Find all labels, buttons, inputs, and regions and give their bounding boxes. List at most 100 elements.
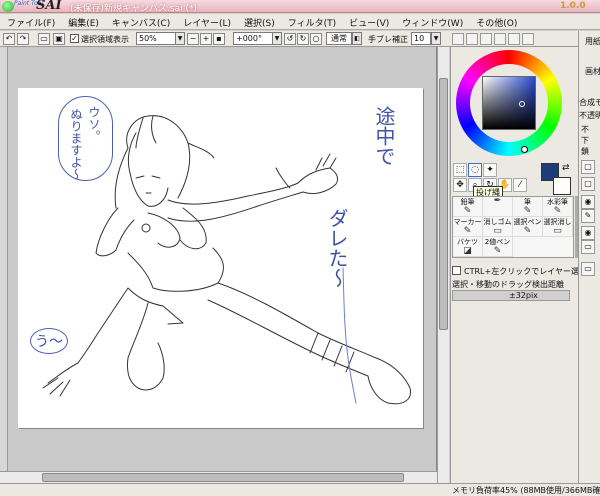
lasso-tool-icon[interactable]: ◌ [468, 163, 482, 177]
vertical-scroll-thumb[interactable] [439, 78, 448, 330]
eyedropper-icon[interactable]: ⁄ [513, 178, 527, 192]
brush-airbrush[interactable]: ✒ [483, 197, 513, 217]
palette-tab-icon[interactable] [522, 33, 534, 45]
selection-source-option[interactable]: 鎖 [581, 146, 589, 157]
select-rect-icon[interactable]: ⬚ [453, 163, 467, 177]
layer-visibility-icon[interactable]: ◉ [581, 195, 595, 209]
paper-texture-label: 用紙 [585, 37, 600, 46]
rotate-right-icon[interactable]: ↻ [297, 33, 309, 45]
layer-pen-icon[interactable]: ✎ [581, 209, 595, 223]
undo-icon[interactable]: ↶ [3, 33, 15, 45]
document-title: (未保存)新規キャンバス.sai (*) [70, 4, 197, 14]
zoom-dropdown-icon[interactable]: ▼ [175, 32, 185, 45]
annotation-text-3: 途中で [372, 106, 396, 166]
move-icon[interactable]: ✥ [453, 178, 467, 192]
rgb-slider-tab-icon[interactable] [466, 33, 478, 45]
hsv-slider-tab-icon[interactable] [480, 33, 492, 45]
drag-distance-label: 選択・移動のドラッグ検出距離 [452, 280, 564, 289]
marker-icon: ✎ [463, 226, 472, 236]
menu-layer[interactable]: レイヤー(L) [176, 14, 237, 29]
swap-colors-icon[interactable]: ⇄ [562, 163, 570, 173]
eraser-icon: ▭ [493, 226, 502, 236]
layer-item[interactable]: ▭ [581, 240, 595, 254]
menu-file[interactable]: ファイル(F) [0, 14, 61, 29]
binary-pen-icon: ✎ [493, 246, 502, 256]
layer-item-2[interactable]: ▭ [581, 262, 595, 276]
brush-brush[interactable]: 筆 ✎ [513, 197, 543, 217]
status-bar: メモリ負荷率45% (88MB使用/366MB確保) [0, 483, 600, 496]
new-layer-icon[interactable]: ▢ [581, 160, 595, 174]
stabilizer-label: 手ブレ補正 [368, 35, 408, 44]
zoom-reset-icon[interactable]: ▪ [213, 33, 225, 45]
watercolor-icon: ✎ [553, 206, 562, 216]
select-pen-icon: ✎ [523, 226, 532, 236]
menu-other[interactable]: その他(O) [469, 14, 523, 29]
app-name: SAI [36, 0, 62, 13]
deselect-icon[interactable]: ▭ [38, 33, 50, 45]
brush-binary-pen[interactable]: 2値ペン ✎ [483, 237, 513, 257]
background-color-swatch[interactable] [553, 177, 571, 195]
sv-picker-marker[interactable] [519, 101, 525, 107]
bucket-icon: ◪ [463, 246, 472, 256]
brush-pencil[interactable]: 鉛筆 ✎ [453, 197, 483, 217]
color-wheel-tab-icon[interactable] [452, 33, 464, 45]
stabilizer-dropdown-icon[interactable]: ▼ [431, 32, 441, 45]
brush-watercolor[interactable]: 水彩筆 ✎ [543, 197, 573, 217]
memory-status: メモリ負荷率45% (88MB使用/366MB確保) [452, 486, 600, 495]
layer-panel: 用紙 画材 合成モ 不透明 不 下 鎖 ▢ ▢ ◉ ✎ ◉ ▭ ▭ [578, 31, 600, 483]
menu-filter[interactable]: フィルタ(T) [281, 14, 342, 29]
saturation-value-square[interactable] [482, 76, 536, 130]
zoom-input[interactable]: 50% [136, 32, 176, 45]
menu-window[interactable]: ウィンドウ(W) [395, 14, 469, 29]
menu-select[interactable]: 選択(S) [237, 14, 281, 29]
annotation-text-2: ぬりますよ〜 [69, 108, 83, 180]
layer-visibility-icon-2[interactable]: ◉ [581, 226, 595, 240]
flip-icon[interactable]: ◧ [352, 32, 362, 45]
navigator-strip [0, 47, 8, 483]
pencil-icon: ✎ [463, 206, 472, 216]
brush-grid: 鉛筆 ✎ ✒ 筆 ✎ 水彩筆 ✎ マーカー ✎ 消しゴム ▭ 選択ペン ✎ 選択消し ▭ バケ… [452, 196, 574, 258]
version-label: 1.0.0 [560, 1, 586, 11]
new-folder-icon[interactable]: ▢ [581, 177, 595, 191]
invert-selection-icon[interactable]: ▣ [53, 33, 65, 45]
hue-picker-marker[interactable] [521, 146, 528, 153]
stabilizer-input[interactable]: 10 [411, 32, 431, 45]
rotate-reset-icon[interactable]: ○ [310, 33, 322, 45]
brush-select-pen[interactable]: 選択ペン ✎ [513, 217, 543, 237]
show-selection-checkbox[interactable]: ✓ [70, 34, 79, 43]
title-bar: Paint Tool SAI (未保存)新規キャンバス.sai (*) 1.0.… [0, 0, 600, 14]
annotation-text-5: う〜 [30, 328, 68, 354]
scratchpad-tab-icon[interactable] [508, 33, 520, 45]
blend-mode-button[interactable]: 通常 [326, 32, 352, 45]
brush-select-erase[interactable]: 選択消し ▭ [543, 217, 573, 237]
magic-wand-icon[interactable]: ✦ [483, 163, 497, 177]
rotation-input[interactable]: +000° [233, 32, 273, 45]
zoom-in-icon[interactable]: + [200, 33, 212, 45]
canvas-paper[interactable]: ウソ。 ぬりますよ〜 途中で ダレた〜 う〜 [18, 88, 423, 428]
opacity-label: 不透明 [579, 111, 600, 120]
brush-marker[interactable]: マーカー ✎ [453, 217, 483, 237]
menu-edit[interactable]: 編集(E) [61, 14, 105, 29]
rotation-dropdown-icon[interactable]: ▼ [272, 32, 282, 45]
brush-bucket[interactable]: バケツ ◪ [453, 237, 483, 257]
media-texture-label: 画材 [585, 67, 600, 76]
drag-distance-slider[interactable]: ±32pix [452, 290, 570, 301]
ctrl-select-label: CTRL+左クリックでレイヤー選択 [464, 267, 587, 276]
brush-eraser[interactable]: 消しゴム ▭ [483, 217, 513, 237]
preserve-opacity-option[interactable]: 不 [581, 124, 589, 135]
horizontal-scroll-thumb[interactable] [42, 473, 404, 482]
menu-view[interactable]: ビュー(V) [342, 14, 395, 29]
brush-icon: ✎ [523, 206, 532, 216]
annotation-text-4: ダレた〜 [325, 208, 349, 288]
annotation-text-1: ウソ。 [87, 106, 101, 142]
rotate-left-icon[interactable]: ↺ [284, 33, 296, 45]
lasso-icon: ✒ [493, 196, 502, 206]
show-selection-label: 選択領域表示 [81, 35, 129, 44]
menu-canvas[interactable]: キャンバス(C) [105, 14, 176, 29]
swatches-tab-icon[interactable] [494, 33, 506, 45]
clip-group-option[interactable]: 下 [581, 135, 589, 146]
ctrl-select-checkbox[interactable] [452, 266, 461, 275]
select-erase-icon: ▭ [553, 226, 562, 236]
redo-icon[interactable]: ↷ [17, 33, 29, 45]
zoom-out-icon[interactable]: − [187, 33, 199, 45]
